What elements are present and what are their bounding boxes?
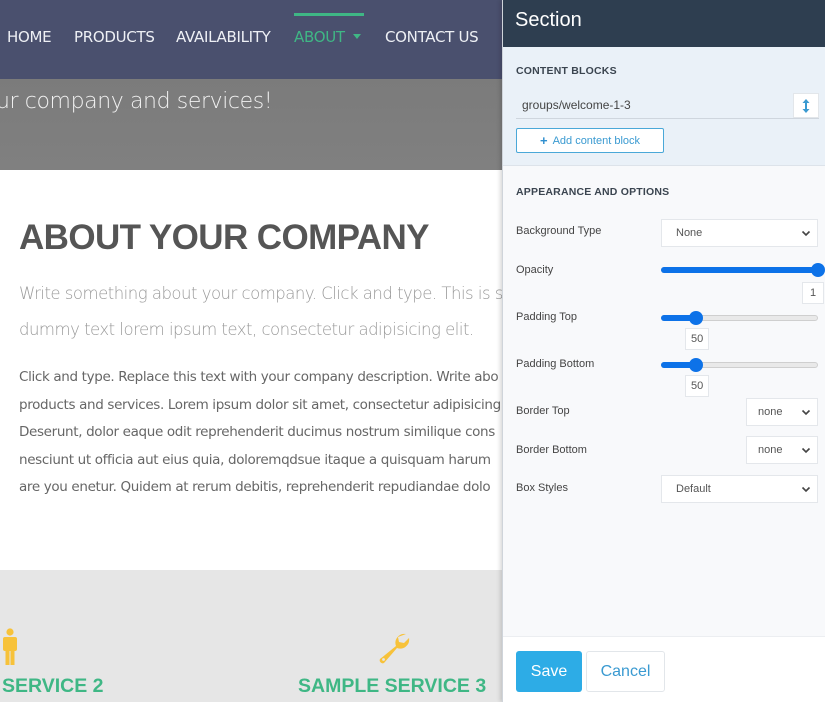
- hero-text[interactable]: ur company and services!: [0, 89, 273, 114]
- service-title[interactable]: SERVICE 2: [2, 675, 104, 698]
- background-type-label: Background Type: [516, 225, 602, 237]
- nav-active-indicator: [294, 13, 364, 16]
- about-lead-line: dummy text lorem ipsum text, consectetur…: [19, 320, 474, 339]
- about-body-line: Deserunt, dolor eaque odit reprehenderit…: [19, 424, 495, 440]
- padding-bottom-value: 50: [685, 375, 710, 397]
- about-body[interactable]: Click and type. Replace this text with y…: [19, 364, 502, 502]
- box-styles-label: Box Styles: [516, 482, 568, 494]
- navbar: HOME PRODUCTS AVAILABILITY ABOUT CONTACT…: [0, 0, 502, 79]
- about-body-line: are you enetur. Quidem at rerum debitis,…: [19, 479, 491, 495]
- about-lead[interactable]: Write something about your company. Clic…: [19, 276, 502, 348]
- vertical-arrows-icon: [802, 98, 810, 113]
- person-icon: [3, 628, 17, 665]
- panel-title: Section: [515, 9, 582, 31]
- border-top-select[interactable]: none: [746, 398, 818, 426]
- wrench-icon: [379, 633, 410, 664]
- add-content-block-label: Add content block: [552, 134, 641, 147]
- about-body-line: Click and type. Replace this text with y…: [19, 369, 499, 385]
- panel-header: Section: [503, 0, 825, 47]
- add-content-block-button[interactable]: + Add content block: [516, 128, 664, 153]
- nav-item-products[interactable]: PRODUCTS: [74, 28, 155, 46]
- box-styles-select[interactable]: Default: [661, 475, 818, 503]
- content-block-item[interactable]: groups/welcome-1-3: [516, 93, 819, 119]
- border-top-label: Border Top: [516, 405, 570, 417]
- website-preview: HOME PRODUCTS AVAILABILITY ABOUT CONTACT…: [0, 0, 502, 702]
- padding-bottom-slider[interactable]: [661, 357, 818, 373]
- about-title[interactable]: ABOUT YOUR COMPANY: [19, 218, 429, 258]
- drag-handle[interactable]: [793, 93, 819, 118]
- plus-icon: +: [539, 133, 548, 148]
- slider-thumb[interactable]: [688, 358, 703, 372]
- chevron-down-icon: [801, 230, 811, 237]
- chevron-down-icon: [801, 409, 811, 416]
- about-body-line: nesciunt ut officia aut eius quia, dolor…: [19, 451, 491, 468]
- padding-top-value: 50: [685, 328, 710, 350]
- services-section: SERVICE 2 SAMPLE SERVICE 3: [0, 570, 502, 702]
- padding-top-label: Padding Top: [516, 311, 577, 323]
- padding-bottom-label: Padding Bottom: [516, 358, 595, 370]
- cancel-button[interactable]: Cancel: [586, 651, 665, 692]
- about-section: ABOUT YOUR COMPANY Write something about…: [0, 170, 502, 570]
- appearance-options-section: APPEARANCE AND OPTIONS Background Type N…: [503, 166, 825, 636]
- chevron-down-icon: [801, 447, 811, 454]
- opacity-slider[interactable]: [661, 262, 825, 278]
- border-bottom-value: none: [758, 444, 783, 456]
- nav-item-about[interactable]: ABOUT: [294, 28, 361, 46]
- about-lead-line: Write something about your company. Clic…: [19, 284, 502, 303]
- content-block-name: groups/welcome-1-3: [522, 98, 631, 112]
- padding-top-slider[interactable]: [661, 310, 818, 326]
- service-title[interactable]: SAMPLE SERVICE 3: [298, 675, 486, 698]
- nav-item-home[interactable]: HOME: [7, 28, 52, 46]
- nav-item-availability[interactable]: AVAILABILITY: [176, 28, 271, 46]
- appearance-heading: APPEARANCE AND OPTIONS: [516, 186, 670, 198]
- slider-fill: [661, 267, 818, 273]
- box-styles-value: Default: [676, 483, 711, 495]
- hero-banner: ur company and services!: [0, 79, 502, 170]
- about-body-line: products and services. Lorem ipsum dolor…: [19, 396, 501, 413]
- caret-down-icon: [352, 34, 361, 39]
- border-bottom-label: Border Bottom: [516, 444, 587, 456]
- opacity-value: 1: [802, 282, 824, 304]
- nav-item-contact-us[interactable]: CONTACT US: [385, 28, 479, 46]
- section-settings-panel: Section CONTENT BLOCKS groups/welcome-1-…: [502, 0, 825, 702]
- nav-item-about-label: ABOUT: [294, 28, 345, 46]
- opacity-label: Opacity: [516, 264, 554, 276]
- content-blocks-heading: CONTENT BLOCKS: [516, 65, 617, 77]
- background-type-value: None: [676, 227, 703, 239]
- border-top-value: none: [758, 406, 783, 418]
- panel-footer: Save Cancel: [503, 636, 825, 702]
- background-type-select[interactable]: None: [661, 219, 818, 247]
- content-blocks-section: CONTENT BLOCKS groups/welcome-1-3 + Add …: [503, 47, 825, 166]
- save-button[interactable]: Save: [516, 651, 582, 692]
- slider-thumb[interactable]: [688, 311, 703, 325]
- chevron-down-icon: [801, 486, 811, 493]
- border-bottom-select[interactable]: none: [746, 436, 818, 464]
- slider-thumb[interactable]: [811, 263, 825, 277]
